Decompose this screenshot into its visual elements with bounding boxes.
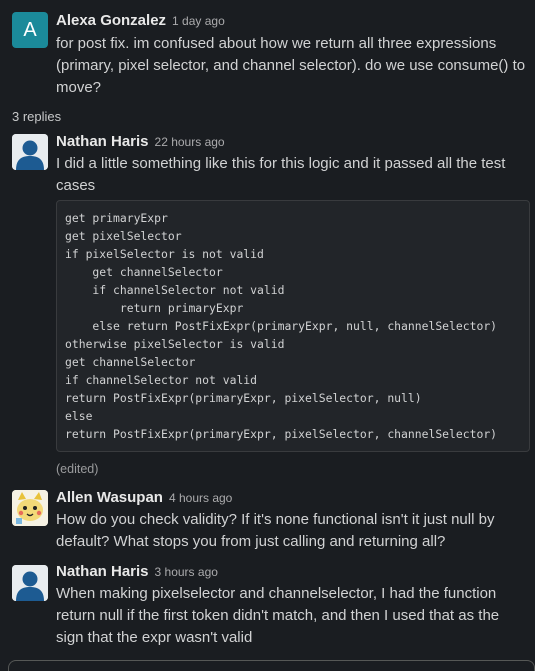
code-block: get primaryExpr get pixelSelector if pix… [56, 200, 530, 452]
message-text: When making pixelselector and channelsel… [56, 585, 500, 646]
message-composer[interactable] [8, 660, 535, 671]
message-header: Alexa Gonzalez 1 day ago [56, 10, 225, 32]
timestamp[interactable]: 3 hours ago [155, 565, 218, 579]
message-header: Allen Wasupan 4 hours ago [56, 487, 232, 509]
author-name[interactable]: Allen Wasupan [56, 489, 163, 506]
replies-count: 3 replies [12, 109, 62, 124]
message-header: Nathan Haris 22 hours ago [56, 131, 225, 153]
author-name[interactable]: Nathan Haris [56, 563, 149, 580]
message-header: Nathan Haris 3 hours ago [56, 561, 218, 583]
timestamp[interactable]: 4 hours ago [169, 491, 232, 505]
default-user-avatar-icon[interactable] [12, 134, 48, 170]
timestamp[interactable]: 1 day ago [172, 14, 225, 28]
message-text: How do you check validity? If it's none … [56, 511, 495, 550]
message-text: I did a little something like this for t… [56, 155, 506, 194]
author-name[interactable]: Nathan Haris [56, 133, 149, 150]
default-user-avatar-icon[interactable] [12, 565, 48, 601]
author-name[interactable]: Alexa Gonzalez [56, 12, 166, 29]
cartoon-avatar-icon[interactable] [12, 490, 48, 526]
timestamp[interactable]: 22 hours ago [155, 135, 225, 149]
user-avatar-alexa[interactable]: A [12, 12, 48, 48]
message-text: for post fix. im confused about how we r… [56, 35, 526, 96]
edited-label: (edited) [56, 462, 99, 476]
